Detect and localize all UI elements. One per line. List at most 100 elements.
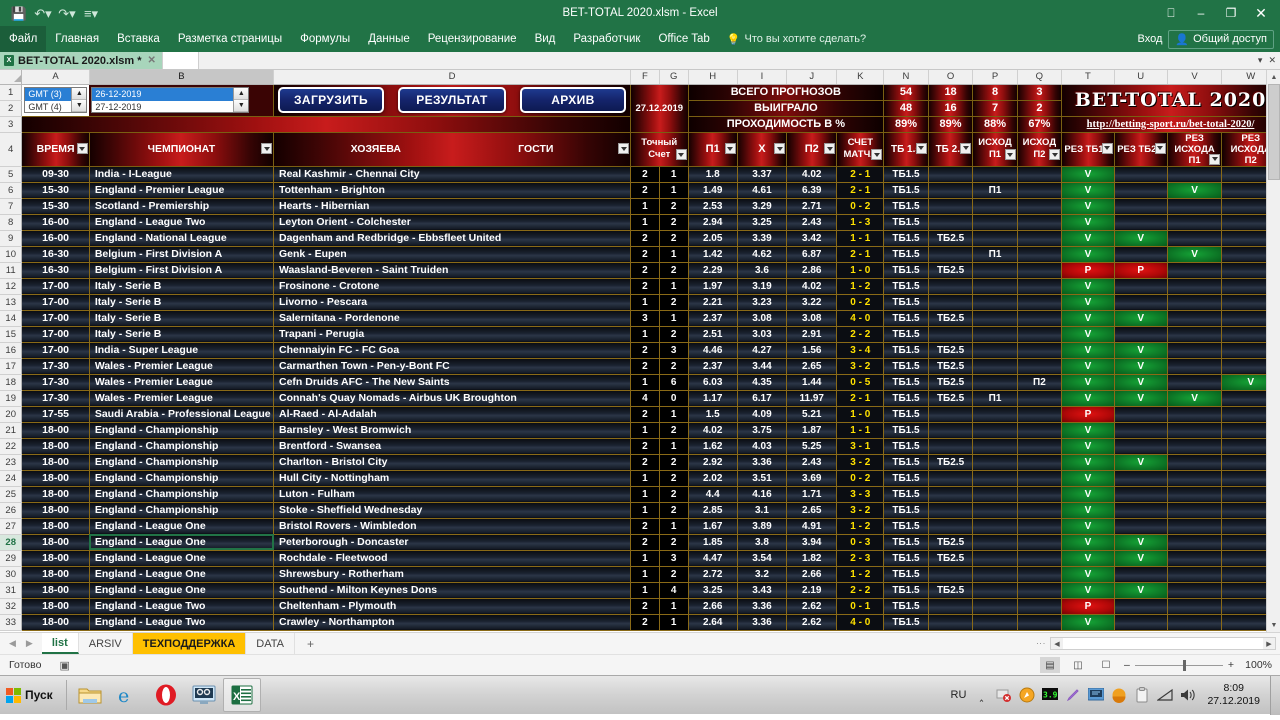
cell-tb25-29[interactable]: ТБ2.5 [927,549,974,567]
cell-res-tb25-18[interactable]: V [1113,373,1168,391]
cell-match-20[interactable]: Al-Raed - Al-Adalah [273,405,631,423]
cell-match-6[interactable]: Tottenham - Brighton [273,181,631,199]
cell-tb15-23[interactable]: ТБ1.5 [883,453,929,471]
cell-odds-p1-6[interactable]: 1.49 [687,181,738,199]
column-header-D[interactable]: D [273,70,631,85]
filter-icon-res-tb25[interactable] [1154,142,1166,154]
document-tab[interactable]: X BET-TOTAL 2020.xlsm * ✕ [0,52,163,69]
cell-outcome-p1-26[interactable] [972,501,1018,519]
cell-league-27[interactable]: England - League One [88,517,275,535]
cell-tb15-20[interactable]: ТБ1.5 [883,405,929,423]
cell-away-goals-20[interactable]: 1 [658,405,689,423]
cell-outcome-p2-29[interactable] [1016,549,1063,567]
save-icon[interactable]: 💾 [8,3,30,23]
table-row[interactable]: 11 16-30 Belgium - First Division A Waaslan… [0,261,1280,279]
cell-away-goals-19[interactable]: 0 [658,389,689,407]
cell-match-15[interactable]: Trapani - Perugia [273,325,631,343]
row-header-32[interactable]: 32 [0,598,23,615]
cell-outcome-p1-28[interactable] [972,533,1018,551]
cell-res-tb15-17[interactable]: V [1061,357,1115,375]
cell-odds-p2-24[interactable]: 3.69 [786,469,838,487]
cell-match-8[interactable]: Leyton Orient - Colchester [273,213,631,231]
filter-icon-x[interactable] [774,143,786,154]
cell-tb15-14[interactable]: ТБ1.5 [883,309,929,327]
chevron-down-icon[interactable]: ▾ [1258,55,1263,66]
date-option-selected[interactable]: 26-12-2019 [92,88,234,101]
cell-odds-x-27[interactable]: 3.89 [736,517,788,535]
column-header-T[interactable]: T [1061,70,1115,85]
cell-tb15-25[interactable]: ТБ1.5 [883,485,929,503]
cell-tb25-8[interactable] [927,213,974,231]
show-desktop-button[interactable] [1270,675,1280,715]
cell-res-tb25-26[interactable] [1113,501,1168,519]
cell-match-29[interactable]: Rochdale - Fleetwood [273,549,631,567]
row-header-1[interactable]: 1 [0,84,23,101]
table-row[interactable]: 30 18-00 England - League One Shrewsbury - … [0,565,1280,583]
signal-icon[interactable] [1157,687,1174,703]
cell-tb15-30[interactable]: ТБ1.5 [883,565,929,583]
cell-time-14[interactable]: 17-00 [21,309,90,327]
row-header-6[interactable]: 6 [0,182,23,199]
row-header-25[interactable]: 25 [0,486,23,503]
cell-res-outcome-p1-18[interactable] [1166,373,1223,391]
cell-league-22[interactable]: England - Championship [88,437,275,455]
cell-home-goals-11[interactable]: 2 [630,261,660,279]
cell-home-goals-15[interactable]: 1 [630,325,660,343]
cell-odds-p1-20[interactable]: 1.5 [687,405,738,423]
filter-icon-championship[interactable] [261,143,272,154]
sun-icon[interactable] [1111,687,1127,703]
cell-res-tb15-11[interactable]: P [1061,261,1115,279]
table-row[interactable]: 26 18-00 England - Championship Stoke - She… [0,501,1280,519]
cell-outcome-p1-22[interactable] [972,437,1018,455]
cell-time-23[interactable]: 18-00 [21,453,90,471]
cell-odds-p2-12[interactable]: 4.02 [786,277,838,295]
logo-url-cell[interactable]: http://betting-sport.ru/bet-total-2020/ [1061,115,1280,133]
table-row[interactable]: 31 18-00 England - League One Southend - Mi… [0,581,1280,599]
spreadsheet-grid[interactable]: A B D F G H I J K N O P Q T U V W 1 GMT … [0,70,1280,632]
cell-match-9[interactable]: Dagenham and Redbridge - Ebbsfleet Unite… [273,229,631,247]
cell-match-score-14[interactable]: 4 - 0 [836,309,885,327]
opera-icon[interactable] [147,678,185,712]
cell-outcome-p1-6[interactable]: П1 [972,181,1018,199]
row-header-31[interactable]: 31 [0,582,23,599]
sign-in-button[interactable]: Вход [1138,33,1163,45]
cell-res-tb15-15[interactable]: V [1061,325,1115,343]
cell-odds-x-25[interactable]: 4.16 [736,485,788,503]
cell-home-goals-18[interactable]: 1 [630,373,660,391]
compass-icon[interactable] [1019,687,1035,703]
cell-res-outcome-p1-11[interactable] [1166,261,1223,279]
table-row[interactable]: 24 18-00 England - Championship Hull City -… [0,469,1280,487]
cell-league-29[interactable]: England - League One [88,549,275,567]
cell-odds-p2-22[interactable]: 5.25 [786,437,838,455]
cell-away-goals-9[interactable]: 2 [658,229,689,247]
cell-match-score-8[interactable]: 1 - 3 [836,213,885,231]
cell-res-outcome-p1-23[interactable] [1166,453,1223,471]
cell-away-goals-13[interactable]: 2 [658,293,689,311]
cell-res-outcome-p1-13[interactable] [1166,293,1223,311]
cell-res-tb25-15[interactable] [1113,325,1168,343]
cell-odds-x-29[interactable]: 3.54 [736,549,788,567]
cell-odds-x-31[interactable]: 3.43 [736,581,788,599]
cell-tb15-13[interactable]: ТБ1.5 [883,293,929,311]
cell-league-11[interactable]: Belgium - First Division A [88,261,275,279]
cell-match-13[interactable]: Livorno - Pescara [273,293,631,311]
ribbon-tab-office-tab[interactable]: Office Tab [649,26,718,52]
cell-odds-x-16[interactable]: 4.27 [736,341,788,359]
cell-res-outcome-p1-17[interactable] [1166,357,1223,375]
filter-icon-tb25[interactable] [960,142,972,154]
cell-outcome-p2-20[interactable] [1016,405,1063,423]
cell-home-goals-21[interactable]: 1 [630,421,660,439]
row-header-20[interactable]: 20 [0,406,23,423]
cell-away-goals-22[interactable]: 1 [658,437,689,455]
cell-odds-x-17[interactable]: 3.44 [736,357,788,375]
cell-time-17[interactable]: 17-30 [21,357,90,375]
cell-res-tb25-32[interactable] [1113,597,1168,615]
cell-odds-x-21[interactable]: 3.75 [736,421,788,439]
cell-home-goals-10[interactable]: 2 [630,245,660,263]
load-button[interactable]: ЗАГРУЗИТЬ [278,87,384,113]
cell-res-outcome-p1-10[interactable]: V [1166,245,1223,263]
cell-match-score-33[interactable]: 4 - 0 [836,613,885,631]
cell-match-score-18[interactable]: 0 - 5 [836,373,885,391]
cell-home-goals-26[interactable]: 1 [630,501,660,519]
row-header-8[interactable]: 8 [0,214,23,231]
